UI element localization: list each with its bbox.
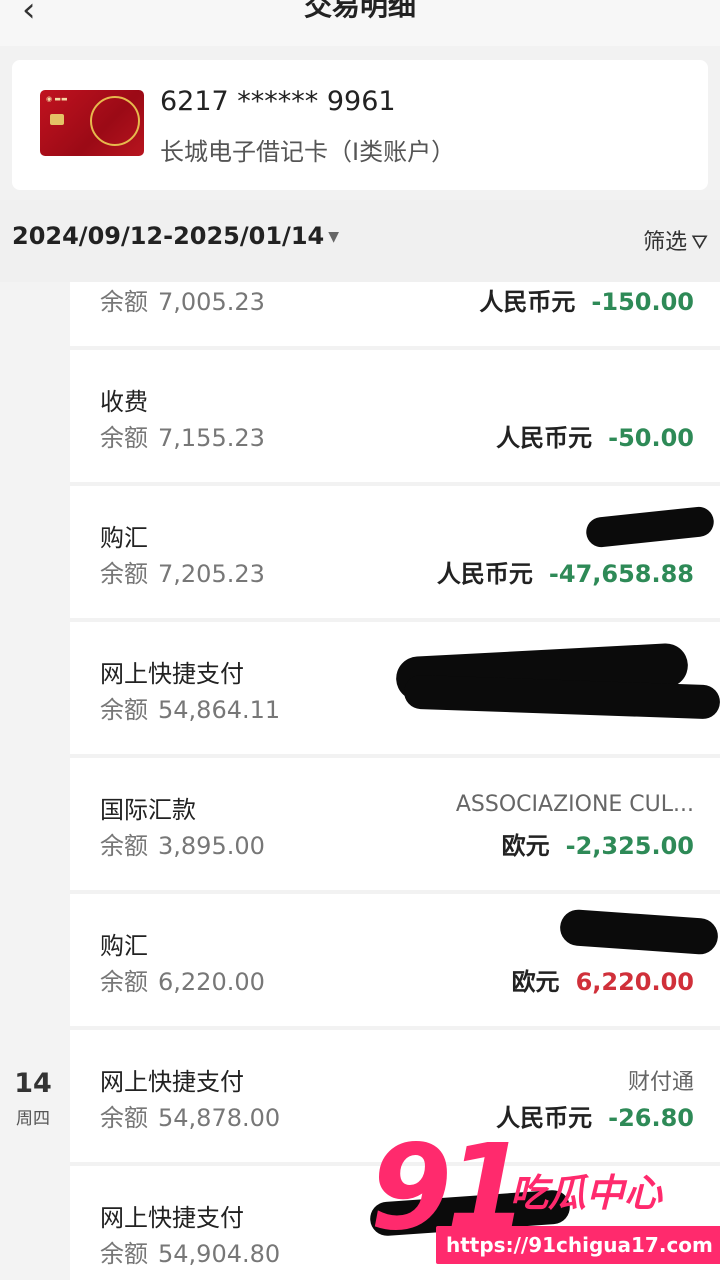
transaction-row[interactable]: 网上快捷支付 余额 54,864.11	[70, 622, 720, 754]
filter-bar: 2024/09/12-2025/01/14 ▼ 筛选 ⛛	[0, 200, 720, 282]
date-range-selector[interactable]: 2024/09/12-2025/01/14 ▼	[12, 222, 339, 250]
balance-label: 余额	[100, 288, 148, 316]
amount-text: 人民币元 -47,658.88	[437, 554, 694, 589]
date-day: 14	[14, 1068, 52, 1099]
page-title: 交易明细	[303, 0, 416, 22]
currency-label: 人民币元	[496, 424, 593, 452]
date-range-label: 2024/09/12-2025/01/14	[12, 222, 325, 250]
counterparty: ASSOCIAZIONE CUL...	[455, 792, 694, 817]
amount-value: 6,220.00	[575, 968, 694, 996]
date-column	[0, 282, 70, 1280]
transaction-type: 购汇	[100, 932, 148, 960]
funnel-icon: ⛛	[691, 230, 708, 254]
amount-value: -2,325.00	[565, 832, 694, 860]
card-emblem-icon	[90, 96, 140, 146]
transaction-type: 国际汇款	[100, 796, 196, 824]
balance-text: 余额 7,205.23	[100, 554, 265, 589]
amount-text: 欧元 -2,325.00	[502, 826, 694, 861]
transaction-type: 收费	[100, 388, 148, 416]
transaction-type: 网上快捷支付	[100, 1068, 244, 1096]
balance-text: 余额 7,155.23	[100, 418, 265, 453]
filter-label: 筛选	[643, 230, 688, 255]
balance-label: 余额	[100, 968, 148, 996]
bank-card-image: ◉ ▬▬	[40, 90, 144, 156]
card-type-name: 长城电子借记卡（I类账户）	[160, 138, 456, 166]
currency-label: 人民币元	[436, 560, 533, 588]
balance-label: 余额	[100, 696, 148, 724]
transaction-row[interactable]: 购汇 余额 7,205.23 人民币元 -47,658.88	[70, 486, 720, 618]
balance-label: 余额	[100, 424, 148, 452]
watermark-logo: 91 吃瓜中心 https://91chigua17.com	[360, 1128, 720, 1280]
transaction-row[interactable]: 购汇 余额 6,220.00 欧元 6,220.00	[70, 894, 720, 1026]
transaction-row[interactable]: 收费 余额 7,155.23 人民币元 -50.00	[70, 350, 720, 482]
card-number: 6217 ****** 9961	[160, 86, 396, 117]
transaction-type: 网上快捷支付	[100, 660, 244, 688]
transaction-type: 购汇	[100, 524, 148, 552]
amount-text: 欧元 6,220.00	[512, 962, 694, 997]
amount-value: -150.00	[591, 288, 694, 316]
balance-text: 余额 54,904.80	[100, 1234, 280, 1269]
transaction-type: 网上快捷支付	[100, 1204, 244, 1232]
redaction-mark	[558, 908, 720, 956]
balance-text: 余额 3,895.00	[100, 826, 265, 861]
balance-value: 54,864.11	[158, 696, 281, 724]
transaction-row[interactable]: 国际汇款 ASSOCIAZIONE CUL... 余额 3,895.00 欧元 -2…	[70, 758, 720, 890]
balance-text: 余额 54,864.11	[100, 690, 280, 725]
date-weekday: 周四	[16, 1109, 50, 1129]
watermark-text: 吃瓜中心	[510, 1171, 663, 1215]
redaction-mark	[584, 505, 716, 549]
balance-value: 3,895.00	[158, 832, 265, 860]
balance-label: 余额	[100, 560, 148, 588]
amount-value: -47,658.88	[548, 560, 694, 588]
card-chip-icon	[50, 114, 64, 125]
amount-value: -50.00	[608, 424, 694, 452]
currency-label: 人民币元	[479, 288, 576, 316]
bank-logo-icon: ◉ ▬▬	[46, 95, 68, 103]
caret-down-icon: ▼	[328, 229, 339, 245]
balance-value: 7,155.23	[158, 424, 265, 452]
balance-value: 54,878.00	[158, 1104, 281, 1132]
balance-label: 余额	[100, 832, 148, 860]
filter-button[interactable]: 筛选 ⛛	[643, 224, 708, 256]
balance-label: 余额	[100, 1104, 148, 1132]
balance-value: 7,205.23	[158, 560, 265, 588]
balance-label: 余额	[100, 1240, 148, 1268]
counterparty: 财付通	[627, 1070, 694, 1095]
currency-label: 欧元	[511, 968, 560, 996]
top-nav-bar: ‹ 交易明细	[0, 0, 720, 46]
balance-text: 余额 54,878.00	[100, 1098, 280, 1133]
transaction-row[interactable]: 余额 7,005.23 人民币元 -150.00	[70, 282, 720, 346]
balance-text: 余额 7,005.23	[100, 282, 265, 317]
amount-text: 人民币元 -150.00	[479, 282, 694, 317]
watermark-url: https://91chigua17.com	[436, 1226, 720, 1264]
account-card-panel[interactable]: ◉ ▬▬ 6217 ****** 9961 长城电子借记卡（I类账户）	[12, 60, 708, 190]
balance-value: 6,220.00	[158, 968, 265, 996]
amount-text: 人民币元 -50.00	[496, 418, 694, 453]
balance-value: 7,005.23	[158, 288, 265, 316]
balance-text: 余额 6,220.00	[100, 962, 265, 997]
currency-label: 欧元	[501, 832, 550, 860]
balance-value: 54,904.80	[158, 1240, 281, 1268]
